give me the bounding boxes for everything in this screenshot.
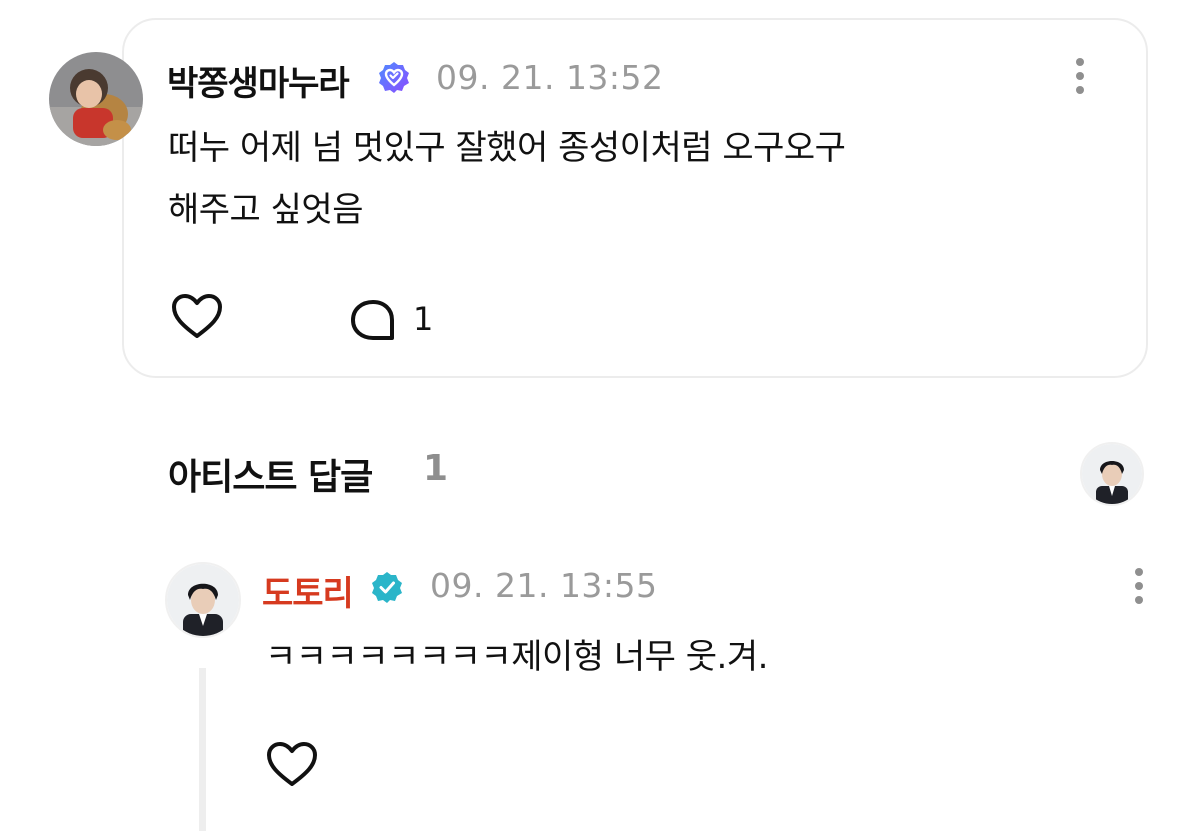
comment-timestamp: 09. 21. 13:52	[436, 58, 664, 97]
heart-icon[interactable]	[170, 292, 224, 342]
comment-text-line: 떠누 어제 넘 멋있구 잘했어 종성이처럼 오구오구	[168, 128, 846, 168]
thread-line	[199, 668, 206, 831]
reply-author-name[interactable]: 도토리	[262, 566, 354, 615]
comment-text-line: 해주고 싶엇음	[168, 190, 364, 230]
commenter-avatar[interactable]	[49, 52, 143, 146]
artist-replies-title: 아티스트 답글	[168, 457, 373, 498]
artist-replies-count: 1	[423, 448, 449, 489]
reply-timestamp: 09. 21. 13:55	[430, 566, 658, 605]
reply-body: ㅋㅋㅋㅋㅋㅋㅋㅋ제이형 너무 웃.겨.	[265, 637, 768, 677]
reply-count: 1	[413, 300, 434, 338]
commenter-name[interactable]: 박쫑생마누라	[167, 56, 350, 105]
verified-badge-icon	[377, 60, 411, 94]
verified-badge-icon	[370, 570, 404, 604]
reply-author-avatar[interactable]	[165, 562, 241, 638]
comment-thread-page: 박쫑생마누라 09. 21. 13:52 떠누 어제 넘 멋있구 잘했어 종성이…	[0, 0, 1200, 831]
reply-bubble-icon[interactable]	[346, 296, 400, 346]
artist-avatar[interactable]	[1080, 442, 1144, 506]
comment-body: 떠누 어제 넘 멋있구 잘했어 종성이처럼 오구오구 해주고 싶엇음	[168, 117, 846, 241]
heart-icon[interactable]	[265, 740, 319, 790]
more-vertical-icon[interactable]	[1070, 56, 1090, 96]
more-vertical-icon[interactable]	[1129, 566, 1149, 606]
